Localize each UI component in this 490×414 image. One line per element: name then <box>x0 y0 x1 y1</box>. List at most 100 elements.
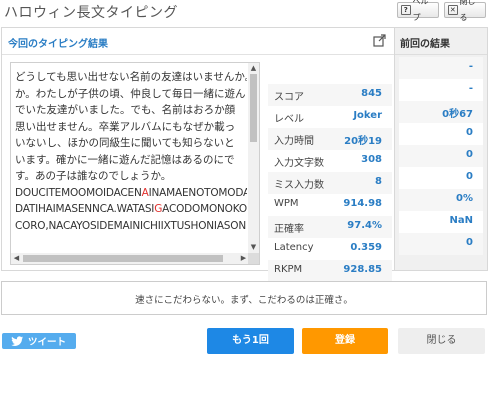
stat-value: 914.98 <box>343 198 382 209</box>
stat-label: 入力時間 <box>274 136 314 147</box>
typo-char: A <box>141 186 149 199</box>
advice-message-box: 速さにこだわらない。まず、こだわるのは正確さ。 <box>1 281 487 315</box>
text-segment: INAMAENOTOMODACIHAIMASENKA. <box>148 186 247 199</box>
text-line: DOUCITEMOOMOIDACENAINAMAENOTOMODACIHAIMA… <box>15 185 247 202</box>
close-button[interactable]: 閉じる <box>398 328 485 354</box>
previous-result-panel: 前回の結果 - - 0秒67 0 0 0 0% NaN 0 <box>395 27 488 271</box>
stat-value: 308 <box>361 154 382 165</box>
previous-stat-value: 0 <box>466 149 473 160</box>
stat-value: 0.359 <box>350 242 382 253</box>
stat-value: Joker <box>353 110 382 121</box>
previous-stat-row: NaN <box>399 211 483 233</box>
app-title: ハロウィン長文タイピング <box>4 5 178 21</box>
stat-row: Latency 0.359 <box>268 238 392 260</box>
text-segment: す。あの子は誰なのでしょうか。 <box>15 170 172 182</box>
text-segment: CORO,NACAYOSIDEMAINICHIIXTUSHONIASONNDEI… <box>15 219 247 232</box>
previous-stat-row: 0 <box>399 233 483 255</box>
previous-stat-row: 0 <box>399 145 483 167</box>
stat-label: WPM <box>274 198 299 209</box>
close-icon: ✕ <box>448 5 458 15</box>
retry-button[interactable]: もう1回 <box>207 328 294 354</box>
text-line: DATIHAIMASENNCA.WATASIGACODOMONOKORO, <box>15 201 247 218</box>
twitter-bird-icon <box>11 336 24 346</box>
current-result-panel: 今回のタイピング結果 どうしても思い出せない名前の友達はいませんか。 か。わたしが… <box>1 27 395 282</box>
text-line: 思い出せません。卒業アルバムにもなぜか載っ <box>15 119 247 136</box>
text-segment: います。確かに一緒に遊んだ記憶はあるのにで <box>15 153 235 166</box>
previous-stat-value: 0 <box>466 127 473 138</box>
advice-message: 速さにこだわらない。まず、こだわるのは正確さ。 <box>135 295 353 306</box>
stat-value: 928.85 <box>343 264 382 275</box>
help-button[interactable]: ? ヘルプ <box>397 0 439 22</box>
horizontal-scroll-thumb[interactable] <box>23 255 223 262</box>
previous-stat-row: 0 <box>399 167 483 189</box>
stat-row: 入力文字数 308 <box>268 150 392 172</box>
text-line: す。あの子は誰なのでしょうか。 <box>15 168 247 185</box>
previous-stat-value: 0 <box>466 237 473 248</box>
tweet-button[interactable]: ツイート <box>2 333 76 349</box>
text-line: か。わたしが子供の頃、仲良して毎日一緒に遊ん <box>15 86 247 103</box>
previous-result-title: 前回の結果 <box>400 39 450 50</box>
text-segment: DATIHAIMASENNCA.WATASI <box>15 203 155 215</box>
previous-stat-value: NaN <box>449 215 474 226</box>
stat-label: 入力文字数 <box>274 158 324 169</box>
stat-row: WPM 914.98 <box>268 194 392 216</box>
text-segment: どうしても思い出せない名前の友達はいませんか。 <box>15 71 247 83</box>
help-label: ヘルプ <box>412 0 429 22</box>
typo-char: G <box>154 203 163 215</box>
scroll-right-icon[interactable]: ▶ <box>239 254 248 263</box>
stat-label: レベル <box>274 114 304 125</box>
stat-row: 正確率 97.4% <box>268 216 392 238</box>
text-segment: 思い出せません。卒業アルバムにもなぜか載っ <box>15 120 236 133</box>
previous-stat-row: 0 <box>399 123 483 145</box>
typed-text: どうしても思い出せない名前の友達はいませんか。 か。わたしが子供の頃、仲良して毎日… <box>15 69 247 249</box>
text-line: いないし、ほかの同級生に聞いても知らないと <box>15 135 247 152</box>
previous-stat-value: - <box>468 83 473 94</box>
vertical-scroll-thumb[interactable] <box>250 74 257 142</box>
text-segment: でいた友達がいました。でも、名前はおろか顔 <box>15 104 236 116</box>
stat-row: ミス入力数 8 <box>268 172 392 194</box>
register-button[interactable]: 登録 <box>302 328 388 354</box>
stat-label: ミス入力数 <box>274 180 324 191</box>
stat-value: 845 <box>361 88 382 99</box>
vertical-scrollbar[interactable]: ▲ ▼ <box>248 63 259 253</box>
current-result-header: 今回のタイピング結果 <box>2 28 394 55</box>
scroll-left-icon[interactable]: ◀ <box>12 254 21 263</box>
question-icon: ? <box>401 5 411 15</box>
close-top-label: 閉じる <box>459 0 476 22</box>
scroll-corner <box>248 253 259 264</box>
text-line: います。確かに一緒に遊んだ記憶はあるのにで <box>15 152 247 169</box>
stat-value: 8 <box>375 176 382 187</box>
previous-stat-row: - <box>399 79 483 101</box>
previous-stat-value: 0% <box>456 193 473 204</box>
previous-stat-value: 0 <box>466 171 473 182</box>
tweet-label: ツイート <box>28 337 67 348</box>
text-line: どうしても思い出せない名前の友達はいませんか。 <box>15 69 247 86</box>
typed-text-box[interactable]: どうしても思い出せない名前の友達はいませんか。 か。わたしが子供の頃、仲良して毎日… <box>10 62 260 265</box>
stat-label: スコア <box>274 92 304 103</box>
horizontal-scrollbar[interactable]: ◀ ▶ <box>11 253 249 264</box>
stat-row: 入力時間 20秒19 <box>268 128 392 150</box>
text-segment: か。わたしが子供の頃、仲良して毎日一緒に遊ん <box>15 87 246 100</box>
previous-stat-row: 0% <box>399 189 483 211</box>
stat-row: RKPM 928.85 <box>268 260 392 282</box>
stat-value: 20秒19 <box>344 136 382 147</box>
stat-label: 正確率 <box>274 224 304 235</box>
close-top-button[interactable]: ✕ 閉じる <box>444 0 486 22</box>
previous-result-header: 前回の結果 <box>395 28 487 55</box>
previous-stat-row: - <box>399 57 483 79</box>
stat-value: 97.4% <box>347 220 382 231</box>
text-segment: いないし、ほかの同級生に聞いても知らないと <box>15 137 235 149</box>
stat-row: レベル Joker <box>268 106 392 128</box>
external-link-icon[interactable] <box>373 34 386 47</box>
previous-stat-value: 0秒67 <box>442 109 473 120</box>
stat-label: Latency <box>274 242 314 253</box>
stat-label: RKPM <box>274 264 303 275</box>
title-bar: ハロウィン長文タイピング ? ヘルプ ✕ 閉じる <box>0 0 490 22</box>
scroll-down-icon[interactable]: ▼ <box>249 243 258 252</box>
text-segment: DOUCITEMOOMOIDACEN <box>15 186 142 199</box>
text-line: CORO,NACAYOSIDEMAINICHIIXTUSHONIASONNDEI… <box>15 218 247 235</box>
text-segment: ACODOMONOKORO, <box>162 203 247 215</box>
scroll-up-icon[interactable]: ▲ <box>249 64 258 73</box>
previous-stat-row: 0秒67 <box>399 101 483 123</box>
stat-row: スコア 845 <box>268 84 392 106</box>
